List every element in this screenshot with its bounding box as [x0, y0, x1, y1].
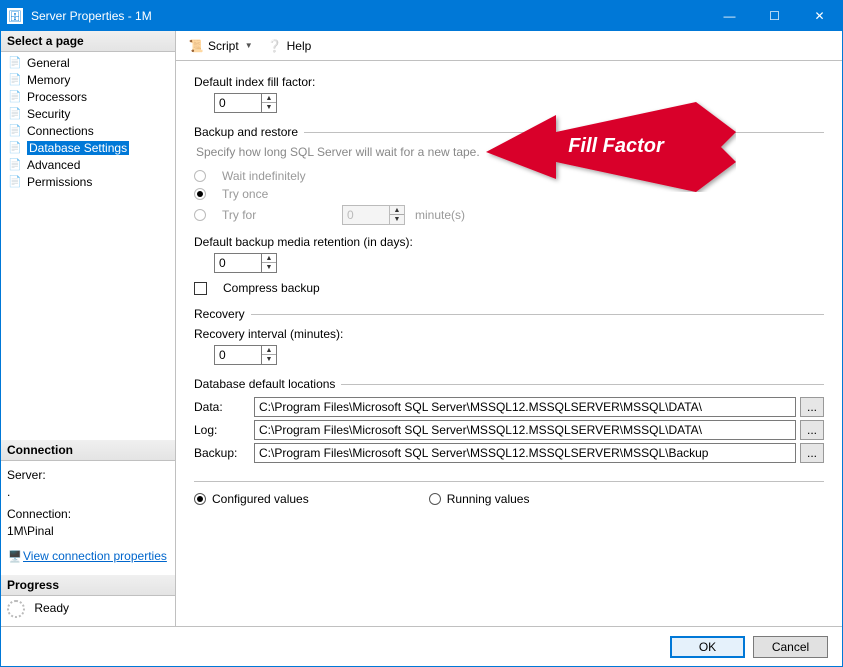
toolbar: 📜 Script ▼ ❔ Help — [176, 31, 842, 61]
data-browse-button[interactable]: ... — [800, 397, 824, 417]
ok-button[interactable]: OK — [670, 636, 745, 658]
nav-advanced[interactable]: 📄Advanced — [1, 156, 175, 173]
minutes-label: minute(s) — [415, 208, 465, 222]
dialog-body: Select a page 📄General 📄Memory 📄Processo… — [1, 31, 842, 626]
configured-values-radio[interactable] — [194, 493, 206, 505]
connection-label: Connection: — [7, 507, 169, 521]
try-for-spinner: ▲▼ — [342, 205, 405, 225]
right-panel: 📜 Script ▼ ❔ Help — [176, 31, 842, 626]
data-path-input[interactable] — [254, 397, 796, 417]
progress-value: Ready — [34, 601, 69, 615]
nav-general[interactable]: 📄General — [1, 54, 175, 71]
log-browse-button[interactable]: ... — [800, 420, 824, 440]
footer: OK Cancel — [1, 626, 842, 666]
cancel-button[interactable]: Cancel — [753, 636, 828, 658]
spinner-buttons[interactable]: ▲▼ — [261, 93, 277, 113]
nav-security[interactable]: 📄Security — [1, 105, 175, 122]
page-icon: 📄 — [7, 157, 23, 173]
compress-label: Compress backup — [223, 281, 320, 295]
recovery-interval-label: Recovery interval (minutes): — [194, 327, 343, 341]
app-icon: 🗄 — [7, 8, 23, 24]
server-label: Server: — [7, 468, 169, 482]
page-icon: 📄 — [7, 89, 23, 105]
page-icon: 📄 — [7, 123, 23, 139]
server-value: . — [7, 485, 169, 499]
retention-label: Default backup media retention (in days)… — [194, 235, 413, 249]
running-values-radio[interactable] — [429, 493, 441, 505]
minimize-button[interactable]: — — [707, 1, 752, 31]
compress-checkbox[interactable] — [194, 282, 207, 295]
progress-icon — [7, 600, 25, 618]
page-icon: 📄 — [7, 55, 23, 71]
page-icon: 📄 — [7, 174, 23, 190]
backup-path-input[interactable] — [254, 443, 796, 463]
nav-list: 📄General 📄Memory 📄Processors 📄Security 📄… — [1, 52, 175, 192]
log-label: Log: — [194, 423, 254, 437]
wait-indefinitely-radio — [194, 170, 206, 182]
script-icon: 📜 — [188, 38, 204, 54]
recovery-group: Recovery — [194, 307, 245, 321]
recovery-interval-input[interactable] — [214, 345, 262, 365]
data-label: Data: — [194, 400, 254, 414]
help-icon: ❔ — [267, 38, 283, 54]
page-icon: 📄 — [7, 106, 23, 122]
help-button[interactable]: ❔ Help — [263, 36, 316, 56]
select-page-header: Select a page — [1, 31, 175, 52]
maximize-button[interactable]: ☐ — [752, 1, 797, 31]
backup-label: Backup: — [194, 446, 254, 460]
backup-restore-group: Backup and restore — [194, 125, 298, 139]
nav-database-settings[interactable]: 📄Database Settings — [1, 139, 175, 156]
try-for-input — [342, 205, 390, 225]
script-button[interactable]: 📜 Script ▼ — [184, 36, 257, 56]
window-buttons: — ☐ ✕ — [707, 1, 842, 31]
recovery-interval-spinner[interactable]: ▲▼ — [214, 345, 277, 365]
connection-value: 1M\Pinal — [7, 524, 169, 538]
retention-input[interactable] — [214, 253, 262, 273]
window-title: Server Properties - 1M — [31, 9, 152, 23]
content: Fill Factor Default index fill factor: ▲… — [176, 61, 842, 626]
view-connection-link[interactable]: View connection properties — [23, 549, 167, 563]
nav-memory[interactable]: 📄Memory — [1, 71, 175, 88]
progress-block: Ready — [1, 596, 175, 626]
nav-connections[interactable]: 📄Connections — [1, 122, 175, 139]
progress-header: Progress — [1, 575, 175, 596]
close-button[interactable]: ✕ — [797, 1, 842, 31]
nav-permissions[interactable]: 📄Permissions — [1, 173, 175, 190]
page-icon: 📄 — [7, 72, 23, 88]
try-once-label: Try once — [222, 187, 268, 201]
window: 🗄 Server Properties - 1M — ☐ ✕ Select a … — [0, 0, 843, 667]
titlebar: 🗄 Server Properties - 1M — ☐ ✕ — [1, 1, 842, 31]
log-path-input[interactable] — [254, 420, 796, 440]
configured-values-label: Configured values — [212, 492, 309, 506]
wait-indefinitely-label: Wait indefinitely — [222, 169, 306, 183]
chevron-down-icon: ▼ — [245, 41, 253, 50]
fill-factor-input[interactable] — [214, 93, 262, 113]
tape-hint: Specify how long SQL Server will wait fo… — [196, 145, 824, 159]
connection-header: Connection — [1, 440, 175, 461]
left-panel: Select a page 📄General 📄Memory 📄Processo… — [1, 31, 176, 626]
db-locations-group: Database default locations — [194, 377, 335, 391]
connection-block: Server: . Connection: 1M\Pinal 🖥️ View c… — [1, 461, 175, 575]
fill-factor-label: Default index fill factor: — [194, 75, 315, 89]
backup-browse-button[interactable]: ... — [800, 443, 824, 463]
try-for-radio — [194, 209, 206, 221]
nav-processors[interactable]: 📄Processors — [1, 88, 175, 105]
page-icon: 📄 — [7, 140, 23, 156]
fill-factor-spinner[interactable]: ▲▼ — [214, 93, 277, 113]
retention-spinner[interactable]: ▲▼ — [214, 253, 277, 273]
connection-icon: 🖥️ — [7, 548, 23, 564]
try-once-radio — [194, 188, 206, 200]
try-for-label: Try for — [222, 208, 332, 222]
running-values-label: Running values — [447, 492, 530, 506]
